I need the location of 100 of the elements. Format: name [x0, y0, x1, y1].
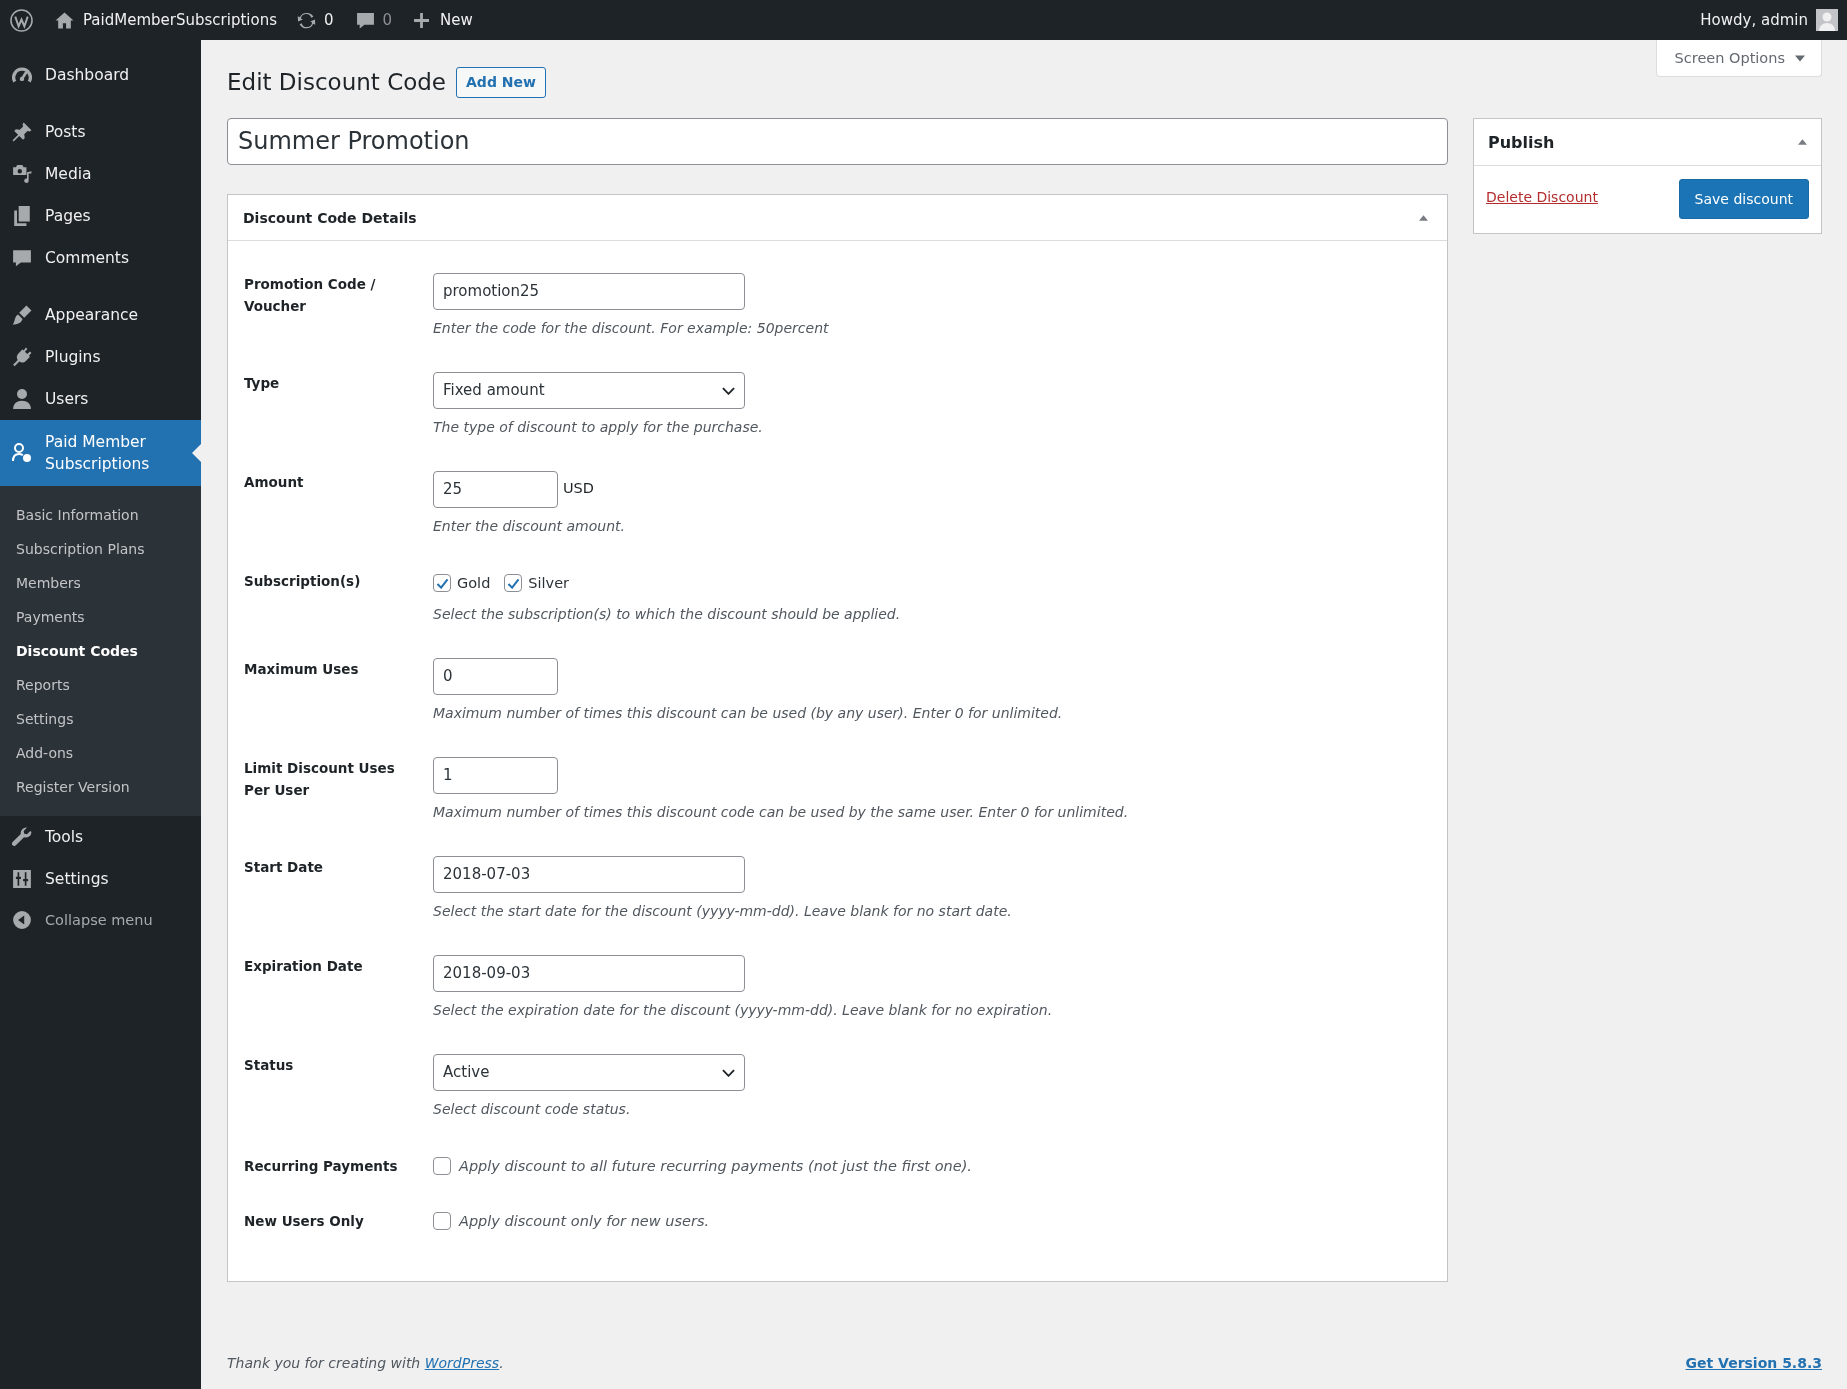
input-field[interactable]: promotion25 [433, 273, 745, 310]
pages-icon [12, 206, 32, 226]
checkbox[interactable] [433, 1157, 451, 1175]
wrench-icon [12, 827, 32, 847]
field-label: Start Date [244, 858, 325, 877]
submenu-item[interactable]: Register Version [0, 770, 201, 804]
title-input[interactable]: Summer Promotion [227, 118, 1448, 165]
toggle-arrow-icon[interactable] [1419, 214, 1428, 221]
site-name-link[interactable]: PaidMemberSubscriptions [55, 11, 277, 29]
gauge-icon [12, 65, 32, 85]
currency-label: USD [563, 479, 594, 496]
menu-item[interactable]: Posts [0, 111, 201, 153]
account-link[interactable]: Howdy, admin [1700, 9, 1838, 31]
user-coin-icon [12, 443, 32, 463]
camera-note-icon [12, 164, 32, 184]
collapse-icon [12, 910, 32, 930]
menu-item[interactable]: Tools [0, 816, 201, 858]
menu-item[interactable]: Comments [0, 237, 201, 279]
caret-down-icon [1795, 54, 1805, 62]
field-label: Promotion Code / Voucher [244, 275, 377, 316]
home-icon [55, 11, 74, 29]
field-label: Amount [244, 473, 305, 492]
pin-icon [12, 122, 32, 142]
menu-item[interactable]: Pages [0, 195, 201, 237]
field-label: Expiration Date [244, 957, 364, 976]
chevron-down-icon [722, 386, 735, 395]
menu-item[interactable]: Settings [0, 858, 201, 900]
user-icon [12, 389, 32, 409]
field-description: Select the subscription(s) to which the discount should be applied. [433, 605, 902, 624]
menu-item[interactable]: Appearance [0, 294, 201, 336]
updates-link[interactable]: 0 [296, 11, 334, 29]
checkmark-icon [506, 577, 520, 589]
new-content-link[interactable]: New [414, 11, 473, 29]
field-description: Select discount code status. [433, 1100, 632, 1119]
menu-item[interactable]: Plugins [0, 336, 201, 378]
field-label: Status [244, 1056, 295, 1075]
field-label: New Users Only [244, 1212, 365, 1231]
submenu-item[interactable]: Settings [0, 702, 201, 736]
sliders-icon [12, 869, 32, 889]
notch-icon [192, 444, 201, 462]
field-description: The type of discount to apply for the purchase. [433, 418, 764, 437]
menu-item[interactable]: Users [0, 378, 201, 420]
submenu-item[interactable]: Reports [0, 668, 201, 702]
speech-bubble-icon [355, 11, 375, 29]
panel-title: Discount Code Details [243, 209, 417, 226]
field-description: Maximum number of times this discount code can be used by the same user. Enter 0 for unlimited. [433, 803, 1130, 822]
toggle-arrow-icon[interactable] [1798, 139, 1807, 145]
field-description: Apply discount only for new users. [459, 1212, 710, 1231]
checkmark-icon [435, 577, 449, 589]
submenu-item[interactable]: Basic Information [0, 498, 201, 532]
site-logo-icon[interactable] [10, 8, 33, 32]
plug-icon [12, 347, 32, 367]
footer-text: Thank you for creating with WordPress. [227, 1354, 504, 1373]
field-description: Apply discount to all future recurring payments (not just the first one). [459, 1157, 972, 1176]
submenu-item[interactable]: Discount Codes [0, 634, 201, 668]
field-description: Maximum number of times this discount can be used (by any user). Enter 0 for unlimited. [433, 704, 1064, 723]
field-description: Select the start date for the discount (yyyy-mm-dd). Leave blank for no start date. [433, 902, 1013, 921]
avatar-icon [1816, 9, 1838, 31]
input-field[interactable]: 2018-07-03 [433, 856, 745, 893]
input-field[interactable]: 1 [433, 757, 558, 794]
screen-options-button[interactable]: Screen Options [1655, 40, 1822, 77]
save-button[interactable]: Save discount [1678, 179, 1809, 219]
collapse-menu-button[interactable]: Collapse menu [0, 900, 201, 940]
field-label: Limit Discount Uses Per User [244, 759, 396, 800]
chevron-down-icon [722, 1068, 735, 1077]
select-field[interactable]: Active [433, 1054, 745, 1091]
field-label: Type [244, 374, 281, 393]
submenu-item[interactable]: Add-ons [0, 736, 201, 770]
field-label: Maximum Uses [244, 660, 360, 679]
delete-link[interactable]: Delete Discount [1486, 189, 1598, 205]
checkbox-label[interactable]: Silver [528, 575, 570, 591]
field-label: Recurring Payments [244, 1157, 399, 1176]
field-description: Enter the code for the discount. For example: 50percent [433, 319, 830, 338]
field-description: Enter the discount amount. [433, 517, 626, 536]
comments-link[interactable]: 0 [355, 11, 393, 29]
page-title: Edit Discount Code [227, 68, 447, 97]
plus-icon [414, 12, 430, 28]
checkbox[interactable] [433, 1212, 451, 1230]
checkbox[interactable] [504, 574, 523, 592]
checkbox[interactable] [433, 574, 451, 592]
refresh-icon [296, 11, 316, 29]
submenu-item[interactable]: Payments [0, 600, 201, 634]
menu-item[interactable]: Dashboard [0, 54, 201, 96]
wordpress-link[interactable]: WordPress [424, 1355, 500, 1371]
submenu-item[interactable]: Members [0, 566, 201, 600]
input-field[interactable]: 2018-09-03 [433, 955, 745, 992]
checkbox-label[interactable]: Gold [457, 575, 491, 591]
add-new-button[interactable]: Add New [456, 66, 546, 98]
panel-title: Publish [1488, 132, 1555, 152]
input-field[interactable]: 25 [433, 471, 558, 508]
input-field[interactable]: 0 [433, 658, 558, 695]
brush-icon [12, 305, 32, 325]
speech-bubble-icon [12, 248, 32, 268]
field-description: Select the expiration date for the discount (yyyy-mm-dd). Leave blank for no expiration. [433, 1001, 1054, 1020]
submenu-item[interactable]: Subscription Plans [0, 532, 201, 566]
version-link[interactable]: Get Version 5.8.3 [1685, 1352, 1822, 1374]
menu-item[interactable]: Media [0, 153, 201, 195]
menu-item[interactable]: Paid Member Subscriptions [0, 420, 201, 486]
select-field[interactable]: Fixed amount [433, 372, 745, 409]
field-label: Subscription(s) [244, 572, 362, 591]
